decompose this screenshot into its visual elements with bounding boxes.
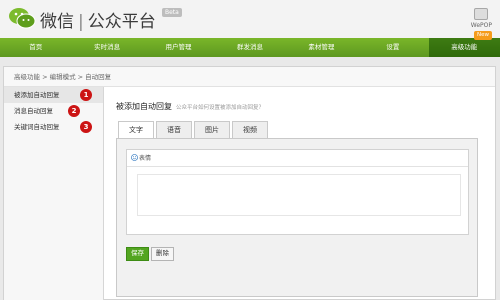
delete-button[interactable]: 删除	[151, 247, 174, 261]
sidebar-item-label: 关键词自动回复	[14, 123, 60, 131]
nav-item-mass-messages[interactable]: 群发消息	[214, 38, 285, 57]
sidebar-item-added-auto-reply[interactable]: 被添加自动回复 1	[4, 87, 103, 103]
nav-item-advanced-features[interactable]: 高级功能 New	[428, 31, 500, 57]
reply-type-tabs: 文字 语音 图片 视频	[118, 121, 270, 140]
save-button[interactable]: 保存	[126, 247, 149, 261]
number-badge-1: 1	[80, 89, 92, 101]
main-panel: 被添加自动回复 公众平台如何设置被添加自动回复？ 文字 语音 图片 视频 表情	[116, 87, 491, 300]
panel-title-row: 被添加自动回复 公众平台如何设置被添加自动回复？	[116, 101, 264, 112]
content-panel: 高级功能 > 编辑模式 > 自动回复 被添加自动回复 1 消息自动回复 2 关键…	[3, 66, 496, 300]
account-menu[interactable]: WePOP	[471, 8, 492, 29]
main-nav: 首页 实时消息 用户管理 群发消息 素材管理 设置 高级功能 New	[0, 31, 500, 57]
reply-text-input[interactable]	[137, 174, 461, 216]
sidebar-item-label: 消息自动回复	[14, 107, 53, 115]
panel-title: 被添加自动回复	[116, 102, 172, 111]
editor-toolbar: 表情	[127, 150, 468, 167]
nav-item-user-management[interactable]: 用户管理	[143, 38, 214, 57]
number-badge-2: 2	[68, 105, 80, 117]
sidebar-item-keyword-auto-reply[interactable]: 关键词自动回复 3	[4, 119, 103, 135]
help-link[interactable]: 公众平台如何设置被添加自动回复？	[176, 105, 264, 111]
header: 微信 | 公众平台 Beta WePOP	[0, 0, 500, 38]
user-name[interactable]: WePOP	[471, 22, 492, 29]
emoji-label: 表情	[139, 155, 152, 162]
beta-badge: Beta	[162, 8, 182, 17]
action-buttons: 保存 删除	[126, 247, 174, 261]
text-editor: 表情	[126, 149, 469, 235]
brand-product: 公众平台	[87, 12, 156, 32]
tab-video[interactable]: 视频	[232, 121, 268, 139]
brand-name: 微信	[40, 12, 74, 32]
breadcrumb: 高级功能 > 编辑模式 > 自动回复	[4, 67, 495, 87]
emoji-button[interactable]: 表情	[131, 154, 152, 162]
tab-voice[interactable]: 语音	[156, 121, 192, 139]
tab-image[interactable]: 图片	[194, 121, 230, 139]
nav-item-realtime-messages[interactable]: 实时消息	[71, 38, 142, 57]
brand-title: 微信 | 公众平台	[40, 7, 156, 32]
editor-container: 表情	[116, 138, 478, 297]
page: 微信 | 公众平台 Beta WePOP 首页 实时消息 用户管理 群发消息 素材管…	[0, 0, 500, 300]
nav-item-home[interactable]: 首页	[0, 38, 71, 57]
sidebar-item-message-auto-reply[interactable]: 消息自动回复 2	[4, 103, 103, 119]
sidebar-item-label: 被添加自动回复	[14, 91, 60, 99]
smiley-icon	[131, 154, 138, 161]
nav-item-advanced-label: 高级功能	[451, 43, 478, 51]
new-badge: New	[473, 31, 492, 40]
avatar[interactable]	[474, 8, 489, 20]
wechat-logo-icon	[9, 8, 36, 29]
number-badge-3: 3	[80, 121, 92, 133]
sidebar: 被添加自动回复 1 消息自动回复 2 关键词自动回复 3	[4, 87, 104, 300]
nav-item-settings[interactable]: 设置	[357, 38, 428, 57]
nav-item-materials[interactable]: 素材管理	[286, 38, 357, 57]
brand-separator: |	[78, 12, 84, 32]
